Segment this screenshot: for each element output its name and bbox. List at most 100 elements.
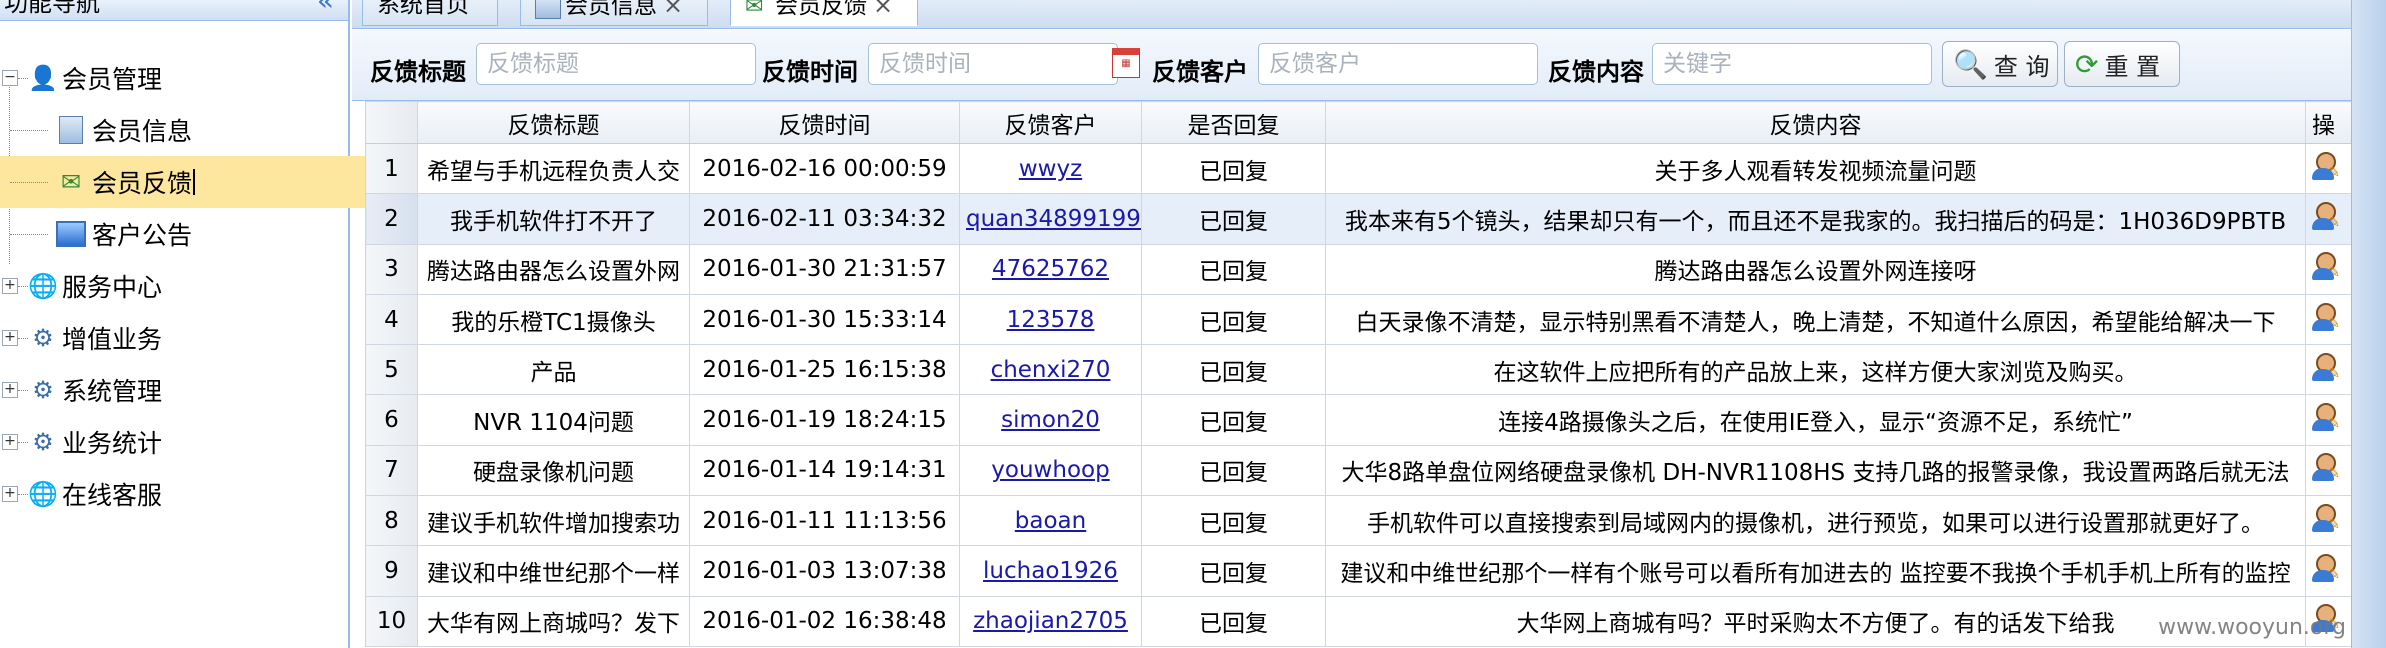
tree-node-member-info[interactable]: 会员信息 bbox=[0, 104, 348, 156]
table-row[interactable]: 10 大华有网上商城吗？发下 2016-01-02 16:38:48 zhaojian… bbox=[365, 595, 2353, 647]
tree-node-label: 服务中心 bbox=[62, 273, 163, 302]
gear-icon: ⚙ bbox=[32, 428, 54, 456]
feedback-content-input[interactable] bbox=[1652, 43, 1932, 85]
tree-node-label: 系统管理 bbox=[62, 377, 163, 406]
column-header-replied[interactable]: 是否回复 bbox=[1141, 101, 1326, 144]
row-number: 1 bbox=[365, 142, 418, 195]
expand-toggle-icon[interactable]: + bbox=[2, 486, 28, 502]
row-number: 8 bbox=[365, 495, 418, 547]
close-tab-icon[interactable]: × bbox=[873, 0, 893, 19]
customer-link[interactable]: wwyz bbox=[1019, 156, 1082, 182]
customer-link[interactable]: 47625762 bbox=[992, 256, 1109, 282]
table-row[interactable]: 9 建议和中维世纪那个一样 2016-01-03 13:07:38 luchao192… bbox=[365, 545, 2353, 597]
feedback-title-input[interactable] bbox=[476, 43, 756, 85]
customer-link[interactable]: baoan bbox=[1015, 508, 1086, 534]
edit-user-icon[interactable]: ✎ bbox=[2312, 452, 2340, 482]
edit-user-icon[interactable]: ✎ bbox=[2312, 402, 2340, 432]
table-row[interactable]: 8 建议手机软件增加搜索功 2016-01-11 11:13:56 baoan 已回复手… bbox=[365, 495, 2353, 547]
search-button-label: 查 询 bbox=[1993, 52, 2050, 81]
tab-member-info[interactable]: 会员信息 × bbox=[520, 0, 708, 26]
sidebar-title: 功能导航 bbox=[4, 0, 100, 17]
table-row[interactable]: 6 NVR 1104问题 2016-01-19 18:24:15 simon20 已回复… bbox=[365, 394, 2353, 446]
tree-node-value-added[interactable]: + ⚙ 增值业务 bbox=[0, 312, 348, 364]
customer-link[interactable]: chenxi270 bbox=[991, 357, 1111, 383]
customer-link[interactable]: zhaojian2705 bbox=[973, 608, 1128, 634]
column-header-content[interactable]: 反馈内容 bbox=[1325, 101, 2306, 144]
tab-member-feedback[interactable]: ✉ 会员反馈 × bbox=[730, 0, 918, 26]
main-panel: 系统首页 会员信息 × ✉ 会员反馈 × 反馈标题 反馈时间 ▦ 反馈客户 反馈内容 … bbox=[352, 0, 2386, 648]
tab-label: 会员反馈 bbox=[775, 0, 867, 19]
feedback-content-cell: 大华8路单盘位网络硬盘录像机 DH-NVR1108HS 支持几路的报警录像，我设… bbox=[1325, 444, 2306, 497]
action-cell: ✎ bbox=[2305, 495, 2353, 547]
grid-body: 1 希望与手机远程负责人交 2016-02-16 00:00:59 wwyz 已回复 关于… bbox=[365, 142, 2353, 647]
customer-link[interactable]: 123578 bbox=[1007, 307, 1095, 333]
table-row[interactable]: 4 我的乐橙TC1摄像头 2016-01-30 15:33:14 123578 已回复白… bbox=[365, 293, 2353, 346]
expand-toggle-icon[interactable]: + bbox=[2, 434, 28, 450]
document-icon bbox=[535, 0, 561, 19]
customer-link[interactable]: luchao1926 bbox=[983, 558, 1118, 584]
table-row[interactable]: 7 硬盘录像机问题 2016-01-14 19:14:31 youwhoop 已回复 大华… bbox=[365, 444, 2353, 497]
row-number: 4 bbox=[365, 293, 418, 346]
row-number: 7 bbox=[365, 444, 418, 497]
feedback-content-label: 反馈内容 bbox=[1548, 58, 1644, 86]
collapse-toggle-icon[interactable]: − bbox=[2, 70, 28, 86]
feedback-customer-input[interactable] bbox=[1258, 43, 1538, 85]
tab-label: 系统首页 bbox=[377, 0, 469, 18]
column-header-time[interactable]: 反馈时间 bbox=[689, 101, 960, 144]
column-header-action[interactable]: 操 bbox=[2305, 101, 2353, 144]
reset-button[interactable]: ⟳ 重 置 bbox=[2064, 41, 2180, 87]
expand-toggle-icon[interactable]: + bbox=[2, 382, 28, 398]
column-header-title[interactable]: 反馈标题 bbox=[417, 101, 690, 144]
scrollbar[interactable] bbox=[2351, 0, 2386, 648]
sidebar-header: 功能导航 « bbox=[0, 0, 348, 21]
tree-node-service-center[interactable]: + 🌐 服务中心 bbox=[0, 260, 348, 312]
expand-toggle-icon[interactable]: + bbox=[2, 330, 28, 346]
action-cell: ✎ bbox=[2305, 344, 2353, 396]
edit-user-icon[interactable]: ✎ bbox=[2312, 352, 2340, 382]
user-icon: 👤 bbox=[28, 64, 58, 92]
feedback-time-cell: 2016-01-02 16:38:48 bbox=[689, 595, 960, 647]
action-cell: ✎ bbox=[2305, 243, 2353, 295]
edit-user-icon[interactable]: ✎ bbox=[2312, 201, 2340, 231]
search-button[interactable]: 🔍 查 询 bbox=[1942, 41, 2058, 87]
collapse-sidebar-button[interactable]: « bbox=[317, 0, 334, 16]
tree-node-customer-notice[interactable]: 客户公告 bbox=[0, 208, 348, 260]
table-row[interactable]: 1 希望与手机远程负责人交 2016-02-16 00:00:59 wwyz 已回复 关于… bbox=[365, 142, 2353, 195]
close-tab-icon[interactable]: × bbox=[663, 0, 683, 19]
tree-node-online-support[interactable]: + 🌐 在线客服 bbox=[0, 468, 348, 520]
replied-status-cell: 已回复 bbox=[1141, 495, 1326, 547]
tree-node-member-management[interactable]: − 👤 会员管理 bbox=[0, 52, 348, 104]
edit-user-icon[interactable]: ✎ bbox=[2312, 503, 2340, 533]
action-cell: ✎ bbox=[2305, 545, 2353, 597]
tree-node-system-management[interactable]: + ⚙ 系统管理 bbox=[0, 364, 348, 416]
feedback-customer-label: 反馈客户 bbox=[1152, 58, 1248, 86]
feedback-time-cell: 2016-01-11 11:13:56 bbox=[689, 495, 960, 547]
action-cell: ✎ bbox=[2305, 394, 2353, 446]
customer-link[interactable]: quan348991994 bbox=[966, 206, 1141, 232]
tree-node-label: 在线客服 bbox=[62, 481, 163, 510]
edit-user-icon[interactable]: ✎ bbox=[2312, 251, 2340, 281]
feedback-time-input[interactable] bbox=[868, 43, 1118, 85]
feedback-content-cell: 在这软件上应把所有的产品放上来，这样方便大家浏览及购买。 bbox=[1325, 344, 2306, 396]
edit-user-icon[interactable]: ✎ bbox=[2312, 302, 2340, 332]
feedback-title-cell: 大华有网上商城吗？发下 bbox=[417, 595, 690, 647]
calendar-icon[interactable]: ▦ bbox=[1112, 48, 1140, 78]
feedback-content-cell: 白天录像不清楚，显示特别黑看不清楚人，晚上清楚，不知道什么原因，希望能给解决一下 bbox=[1325, 293, 2306, 346]
tree-node-member-feedback[interactable]: ✉ 会员反馈 bbox=[0, 156, 396, 208]
column-header-customer[interactable]: 反馈客户 bbox=[959, 101, 1142, 144]
tree-node-business-stats[interactable]: + ⚙ 业务统计 bbox=[0, 416, 348, 468]
edit-user-icon[interactable]: ✎ bbox=[2312, 553, 2340, 583]
refresh-icon: ⟳ bbox=[2075, 47, 2099, 81]
replied-status-cell: 已回复 bbox=[1141, 344, 1326, 396]
replied-status-cell: 已回复 bbox=[1141, 595, 1326, 647]
expand-toggle-icon[interactable]: + bbox=[2, 278, 28, 294]
edit-user-icon[interactable]: ✎ bbox=[2312, 151, 2340, 181]
tab-home[interactable]: 系统首页 bbox=[362, 0, 498, 26]
customer-link[interactable]: simon20 bbox=[1001, 407, 1100, 433]
table-row[interactable]: 5 产品 2016-01-25 16:15:38 chenxi270 已回复 在这软件上应… bbox=[365, 344, 2353, 396]
tree-node-label: 会员管理 bbox=[62, 65, 163, 94]
customer-link[interactable]: youwhoop bbox=[991, 457, 1109, 483]
table-row[interactable]: 3 腾达路由器怎么设置外网 2016-01-30 21:31:57 47625762 已… bbox=[365, 243, 2353, 295]
table-row[interactable]: 2 我手机软件打不开了 2016-02-11 03:34:32 quan3489919… bbox=[365, 193, 2353, 245]
feedback-customer-cell: 47625762 bbox=[959, 243, 1142, 295]
